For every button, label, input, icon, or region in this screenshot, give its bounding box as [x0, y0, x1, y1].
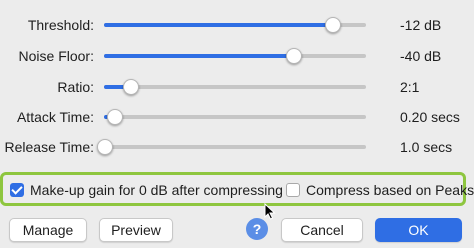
threshold-slider-thumb[interactable]	[325, 17, 341, 33]
attack-time-slider[interactable]	[104, 109, 366, 125]
makeup-gain-checkbox[interactable]	[10, 183, 24, 197]
release-time-label: Release Time:	[4, 139, 94, 155]
manage-button[interactable]: Manage	[9, 218, 87, 242]
noise-floor-label: Noise Floor:	[18, 48, 94, 64]
noise-floor-row: Noise Floor: -40 dB	[0, 41, 474, 71]
help-icon[interactable]: ?	[246, 218, 268, 240]
threshold-label: Threshold:	[27, 17, 94, 33]
attack-time-value: 0.20 secs	[400, 109, 460, 125]
compress-peaks-checkbox[interactable]	[286, 183, 300, 197]
ratio-slider-thumb[interactable]	[123, 79, 139, 95]
threshold-slider-fill	[104, 23, 332, 27]
release-time-row: Release Time: 1.0 secs	[0, 132, 474, 162]
attack-time-label: Attack Time:	[16, 109, 94, 125]
preview-button[interactable]: Preview	[99, 218, 173, 242]
release-time-slider[interactable]	[97, 139, 366, 155]
ratio-slider[interactable]	[104, 79, 366, 95]
noise-floor-slider-thumb[interactable]	[286, 48, 302, 64]
ok-button[interactable]: OK	[375, 218, 462, 242]
cancel-button[interactable]: Cancel	[281, 218, 363, 242]
mouse-cursor-icon	[264, 203, 276, 220]
options-highlight-box: Make-up gain for 0 dB after compressing …	[0, 172, 474, 206]
ratio-row: Ratio: 2:1	[0, 72, 474, 102]
compress-peaks-label[interactable]: Compress based on Peaks	[306, 182, 474, 198]
threshold-slider[interactable]	[104, 17, 366, 33]
release-time-value: 1.0 secs	[400, 139, 453, 155]
attack-time-slider-thumb[interactable]	[107, 109, 123, 125]
ratio-label: Ratio:	[57, 79, 94, 95]
noise-floor-slider-fill	[104, 54, 293, 58]
release-time-slider-thumb[interactable]	[97, 139, 113, 155]
noise-floor-value: -40 dB	[400, 48, 442, 64]
threshold-row: Threshold: -12 dB	[0, 10, 474, 40]
attack-time-row: Attack Time: 0.20 secs	[0, 102, 474, 132]
ratio-value: 2:1	[400, 79, 420, 95]
threshold-value: -12 dB	[400, 17, 442, 33]
makeup-gain-label[interactable]: Make-up gain for 0 dB after compressing	[30, 182, 283, 198]
noise-floor-slider[interactable]	[104, 48, 366, 64]
